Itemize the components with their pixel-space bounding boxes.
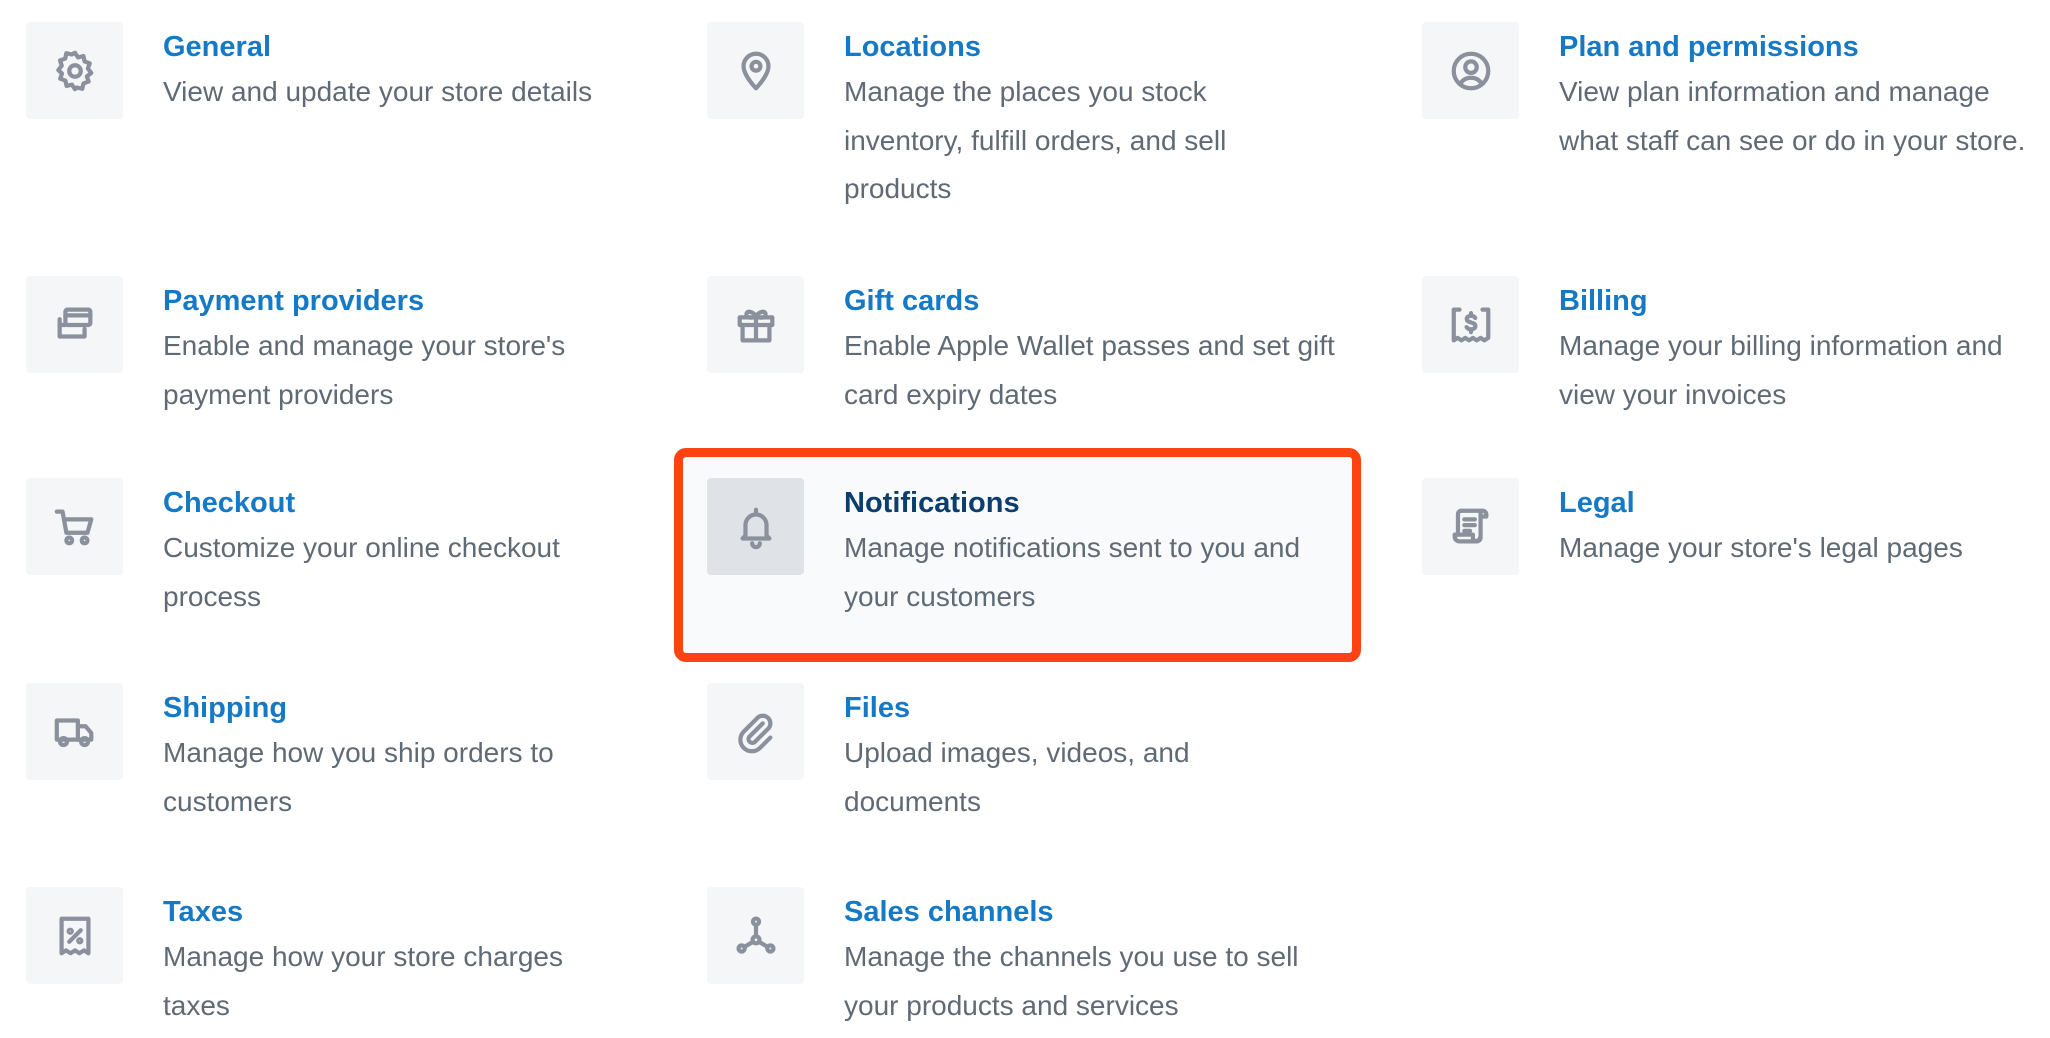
map-pin-icon	[707, 22, 804, 119]
settings-item-title[interactable]: Notifications	[844, 483, 1344, 523]
settings-item-gift-cards[interactable]: Gift cards Enable Apple Wallet passes an…	[707, 276, 1357, 436]
channels-icon	[707, 887, 804, 984]
settings-item-description: Enable Apple Wallet passes and set gift …	[844, 330, 1335, 410]
settings-item-description: Upload images, videos, and documents	[844, 737, 1190, 817]
settings-item-description: Manage your billing information and view…	[1559, 330, 2003, 410]
settings-item-title[interactable]: Sales channels	[844, 892, 1344, 932]
settings-item-files[interactable]: Files Upload images, videos, and documen…	[707, 683, 1357, 843]
settings-item-title[interactable]: Taxes	[163, 892, 603, 932]
user-circle-icon	[1422, 22, 1519, 119]
document-icon	[1422, 478, 1519, 575]
settings-item-title[interactable]: General	[163, 27, 603, 67]
settings-item-title[interactable]: Files	[844, 688, 1264, 728]
settings-item-title[interactable]: Locations	[844, 27, 1264, 67]
settings-item-billing[interactable]: Billing Manage your billing information …	[1422, 276, 2042, 436]
truck-icon	[26, 683, 123, 780]
credit-card-icon	[26, 276, 123, 373]
settings-item-description: Customize your online checkout process	[163, 532, 560, 612]
settings-item-description: Manage how you ship orders to customers	[163, 737, 554, 817]
settings-item-notifications[interactable]: Notifications Manage notifications sent …	[707, 478, 1357, 638]
settings-item-title[interactable]: Billing	[1559, 281, 2039, 321]
settings-item-title[interactable]: Legal	[1559, 483, 2039, 523]
settings-item-title[interactable]: Shipping	[163, 688, 603, 728]
settings-item-sales-channels[interactable]: Sales channels Manage the channels you u…	[707, 887, 1357, 1038]
settings-item-title[interactable]: Checkout	[163, 483, 603, 523]
settings-item-description: Manage your store's legal pages	[1559, 532, 1963, 563]
settings-item-description: Manage the channels you use to sell your…	[844, 941, 1299, 1021]
settings-item-description: Manage the places you stock inventory, f…	[844, 76, 1227, 204]
settings-item-taxes[interactable]: Taxes Manage how your store charges taxe…	[26, 887, 626, 1038]
gear-icon	[26, 22, 123, 119]
settings-item-description: Enable and manage your store's payment p…	[163, 330, 566, 410]
settings-item-locations[interactable]: Locations Manage the places you stock in…	[707, 22, 1357, 222]
cart-icon	[26, 478, 123, 575]
settings-item-description: View and update your store details	[163, 76, 593, 107]
settings-item-shipping[interactable]: Shipping Manage how you ship orders to c…	[26, 683, 626, 843]
settings-item-description: Manage notifications sent to you and you…	[844, 532, 1301, 612]
dollar-receipt-icon	[1422, 276, 1519, 373]
paperclip-icon	[707, 683, 804, 780]
settings-item-title[interactable]: Plan and permissions	[1559, 27, 2039, 67]
settings-item-payment-providers[interactable]: Payment providers Enable and manage your…	[26, 276, 626, 436]
bell-icon	[707, 478, 804, 575]
settings-item-title[interactable]: Payment providers	[163, 281, 603, 321]
settings-item-legal[interactable]: Legal Manage your store's legal pages	[1422, 478, 2042, 638]
settings-item-description: View plan information and manage what st…	[1559, 76, 2026, 156]
settings-item-title[interactable]: Gift cards	[844, 281, 1344, 321]
settings-item-description: Manage how your store charges taxes	[163, 941, 563, 1021]
settings-item-general[interactable]: General View and update your store detai…	[26, 22, 626, 222]
percent-receipt-icon	[26, 887, 123, 984]
gift-icon	[707, 276, 804, 373]
settings-item-checkout[interactable]: Checkout Customize your online checkout …	[26, 478, 626, 638]
settings-item-plan-permissions[interactable]: Plan and permissions View plan informati…	[1422, 22, 2042, 222]
